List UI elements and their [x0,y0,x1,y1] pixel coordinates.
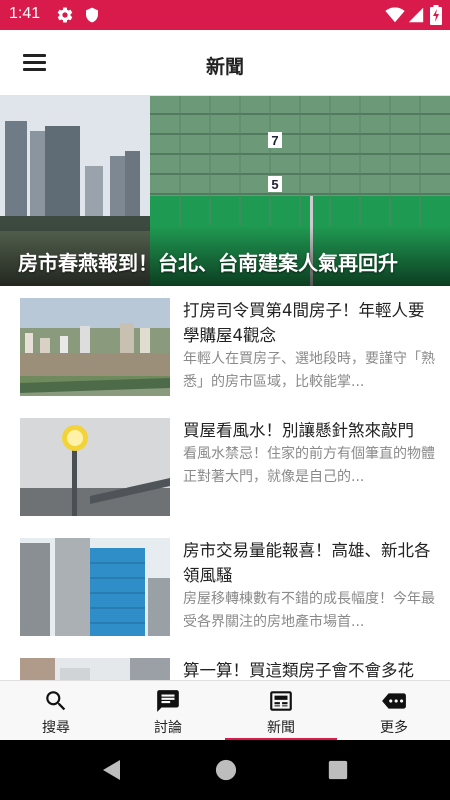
news-thumbnail [20,298,170,396]
svg-text:5: 5 [271,177,278,192]
battery-charging-icon [430,5,442,25]
system-navigation-bar [0,740,450,800]
nav-label: 討論 [154,720,182,736]
signal-icon [408,7,424,23]
search-icon [46,691,66,711]
nav-label: 新聞 [267,720,295,736]
status-time: 1:41 [9,5,41,22]
news-thumbnail [20,418,170,516]
wifi-icon [385,7,405,23]
back-icon[interactable] [100,758,124,782]
news-item[interactable]: 打房司令買第4間房子！年輕人要學購屋4觀念 年輕人在買房子、選地段時，要謹守「熟… [0,286,450,406]
news-title: 算一算！買這類房子會不會多花 [183,661,414,680]
more-icon [382,693,406,709]
news-item[interactable]: 算一算！買這類房子會不會多花 [0,646,450,680]
news-title: 打房司令買第4間房子！年輕人要學購屋4觀念 [183,301,425,345]
gear-icon [57,7,73,23]
news-icon [270,691,292,711]
nav-item-news[interactable]: 新聞 [225,681,337,741]
home-icon[interactable] [215,759,237,781]
app-bar: 新聞 [0,30,450,96]
chat-icon [157,690,179,712]
bottom-navigation: 搜尋 討論 新聞 更多 [0,680,450,741]
hero-news-card[interactable]: 7 5 房市春燕報到！台北、台南建案人氣再回升 [0,96,450,286]
nav-label: 更多 [380,720,408,736]
news-title: 房市交易量能報喜！高雄、新北各領風騷 [183,541,431,585]
recents-icon[interactable] [327,759,349,781]
hero-title: 房市春燕報到！台北、台南建案人氣再回升 [18,251,398,275]
news-summary: 年輕人在買房子、選地段時，要謹守「熟悉」的房市區域，比較能掌... [183,351,435,390]
svg-text:7: 7 [271,133,278,148]
news-item[interactable]: 房市交易量能報喜！高雄、新北各領風騷 房屋移轉棟數有不錯的成長幅度！今年最受各界… [0,526,450,646]
news-item[interactable]: 買屋看風水！別讓懸針煞來敲門 看風水禁忌！住家的前方有個筆直的物體正對著大門，就… [0,406,450,526]
status-bar: 1:41 [0,0,450,30]
news-list[interactable]: 打房司令買第4間房子！年輕人要學購屋4觀念 年輕人在買房子、選地段時，要謹守「熟… [0,286,450,680]
shield-icon [86,7,98,23]
news-thumbnail [20,658,170,680]
nav-item-discussion[interactable]: 討論 [112,681,224,741]
nav-item-search[interactable]: 搜尋 [0,681,112,741]
page-title: 新聞 [205,56,244,78]
news-title: 買屋看風水！別讓懸針煞來敲門 [183,421,414,440]
news-thumbnail [20,538,170,636]
screen: 1:41 新聞 7 5 房市春燕報到！台北、台南建案人氣再回升 打房司令買第4間… [0,0,450,800]
nav-label: 搜尋 [42,720,70,736]
news-summary: 看風水禁忌！住家的前方有個筆直的物體正對著大門，就像是自己的... [183,446,435,485]
nav-item-more[interactable]: 更多 [338,681,450,741]
news-summary: 房屋移轉棟數有不錯的成長幅度！今年最受各界關注的房地產市場首... [183,591,435,630]
